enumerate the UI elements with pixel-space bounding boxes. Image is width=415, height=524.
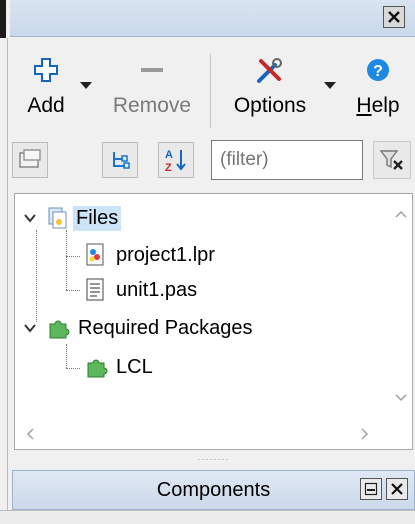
window-title-strip <box>0 0 415 38</box>
sort-alphabetically-button[interactable]: A Z <box>158 142 194 178</box>
left-frame <box>0 38 8 523</box>
svg-text:?: ? <box>373 63 383 80</box>
open-package-button[interactable] <box>12 142 48 178</box>
svg-text:A: A <box>165 149 173 161</box>
help-button[interactable]: ? Help <box>348 52 408 132</box>
components-minimize-button[interactable] <box>360 478 382 500</box>
title-bar <box>10 0 415 37</box>
text-file-icon <box>86 278 104 301</box>
help-label-rest: elp <box>371 94 400 117</box>
bottom-strip <box>0 510 415 524</box>
toolbar-separator <box>210 54 211 128</box>
unit-file-label: unit1.pas <box>116 278 198 301</box>
tree-item-lcl[interactable]: LCL <box>85 351 156 383</box>
files-label: Files <box>73 205 122 231</box>
components-title: Components <box>156 478 271 501</box>
components-panel-header: Components <box>12 470 415 510</box>
tree-connector <box>66 230 67 290</box>
panel-splitter[interactable]: ········ <box>14 452 413 466</box>
horizontal-scrollbar[interactable] <box>15 419 390 449</box>
tree-item-files[interactable]: Files <box>23 202 122 234</box>
project-files-tree[interactable]: Files project1.lpr unit1.pas Required Pa… <box>14 193 413 450</box>
scroll-down-icon[interactable] <box>394 390 408 408</box>
toolbar: Add Remove Options ? Help <box>12 52 415 132</box>
project-file-icon <box>86 243 104 266</box>
minus-icon <box>141 68 163 72</box>
lcl-label: LCL <box>116 355 153 378</box>
options-dropdown-caret[interactable] <box>324 82 336 89</box>
options-button[interactable]: Options <box>220 52 320 132</box>
filter-row: A Z <box>12 140 415 184</box>
puzzle-icon <box>87 359 108 378</box>
svg-text:Z: Z <box>165 162 172 173</box>
plus-icon <box>34 58 58 82</box>
close-icon <box>388 11 400 23</box>
splitter-grip-icon: ········ <box>197 454 230 464</box>
tree-item-unit-file[interactable]: unit1.pas <box>85 274 200 306</box>
clear-filter-button[interactable] <box>373 141 411 179</box>
project-file-label: project1.lpr <box>116 243 215 266</box>
tree-connector <box>66 368 80 369</box>
clear-filter-icon <box>379 150 403 170</box>
filter-input[interactable] <box>211 140 363 180</box>
add-button[interactable]: Add <box>16 52 76 132</box>
show-directory-hierarchy-button[interactable] <box>102 142 138 178</box>
tree-item-project-file[interactable]: project1.lpr <box>85 239 218 271</box>
tree-connector <box>36 230 37 322</box>
tools-icon <box>257 58 282 83</box>
options-label: Options <box>233 94 307 117</box>
sort-az-icon: A Z <box>165 149 186 173</box>
add-label: Add <box>27 94 65 117</box>
close-button[interactable] <box>383 6 405 28</box>
close-icon <box>391 483 403 495</box>
tree-connector <box>66 290 80 291</box>
expand-chevron-icon <box>24 214 36 223</box>
tree-connector <box>66 344 67 368</box>
components-close-button[interactable] <box>386 478 408 500</box>
window-icon <box>19 149 41 168</box>
scroll-left-icon[interactable] <box>25 427 35 446</box>
remove-label: Remove <box>112 94 192 117</box>
tree-icon <box>113 152 130 169</box>
required-packages-label: Required Packages <box>78 316 253 339</box>
scroll-right-icon[interactable] <box>360 427 370 446</box>
tree-item-required-packages[interactable]: Required Packages <box>23 312 256 344</box>
vertical-scrollbar[interactable] <box>390 194 412 414</box>
minimize-icon <box>364 482 378 496</box>
window-edge <box>0 0 6 38</box>
expand-chevron-icon <box>24 324 36 333</box>
tree-connector <box>66 256 80 257</box>
scroll-up-icon[interactable] <box>394 206 408 224</box>
remove-button[interactable]: Remove <box>106 52 198 132</box>
add-dropdown-caret[interactable] <box>80 82 92 89</box>
files-icon <box>48 207 67 229</box>
help-mnemonic: H <box>356 94 372 117</box>
help-icon: ? <box>367 59 389 81</box>
help-label: Help <box>356 94 399 118</box>
puzzle-icon <box>49 320 70 339</box>
